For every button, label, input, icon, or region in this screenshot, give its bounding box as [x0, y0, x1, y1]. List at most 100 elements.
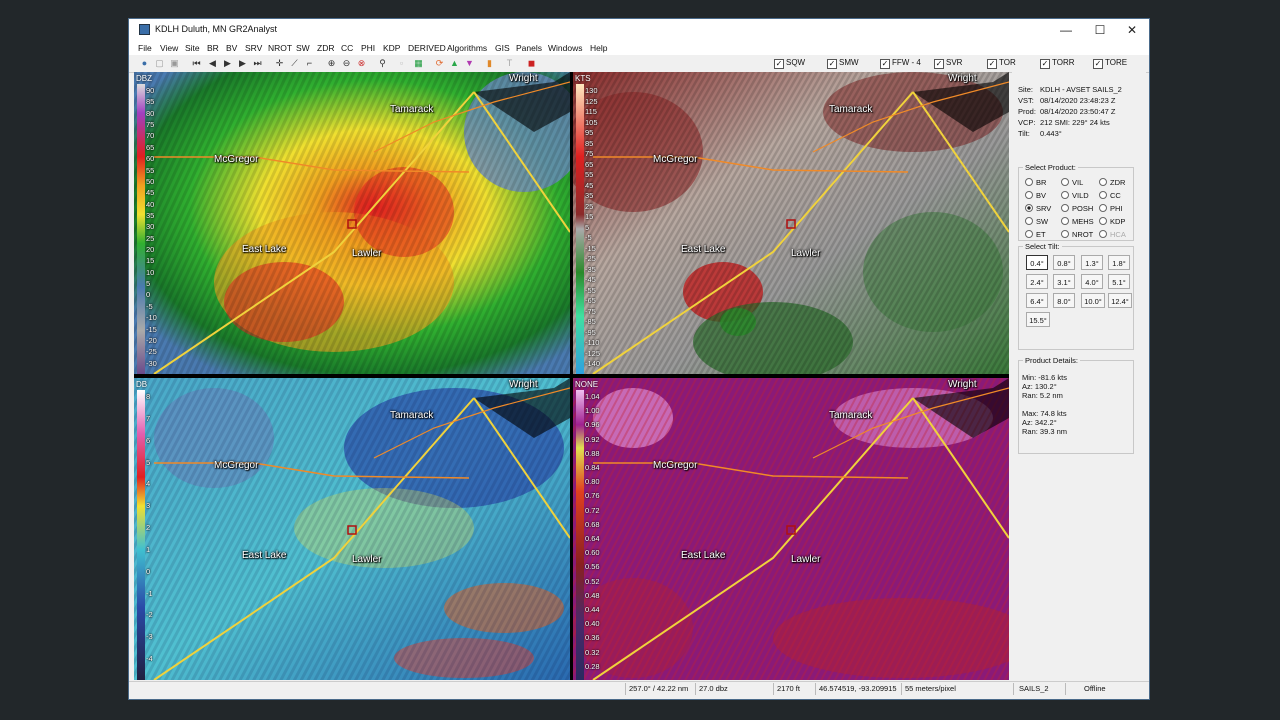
copy-icon[interactable]: ▢: [154, 58, 165, 69]
radio-icon: [1061, 178, 1069, 186]
zoom-in-icon[interactable]: ⊕: [326, 58, 337, 69]
check-smw[interactable]: ✓ SMW: [827, 58, 859, 69]
menu-derived[interactable]: DERIVED: [408, 43, 446, 53]
menu-panels[interactable]: Panels: [516, 43, 542, 53]
menu-algorithms[interactable]: Algorithms: [447, 43, 487, 53]
tilt-button[interactable]: 10.0°: [1081, 293, 1105, 308]
toolbar: ● ▢ ▣ ⏮ ◀ ▶ ▶ ⏭ ✛ ⟋ ⌐ ⊕ ⊖ ⊗ ⚲ ▫ ▦ ⟳ ▲ ▼ …: [129, 55, 1149, 73]
check-tore[interactable]: ✓ TORE: [1093, 58, 1127, 69]
menu-br[interactable]: BR: [207, 43, 219, 53]
refresh-icon[interactable]: ⟳: [434, 58, 445, 69]
menu-sw[interactable]: SW: [296, 43, 310, 53]
check-sqw[interactable]: ✓ SQW: [774, 58, 805, 69]
scale-tick-label: -5: [146, 301, 153, 311]
paste-icon[interactable]: ▣: [169, 58, 180, 69]
product-posh[interactable]: POSH: [1061, 204, 1093, 213]
menu-zdr[interactable]: ZDR: [317, 43, 334, 53]
scale-tick-label: 0.32: [585, 647, 600, 657]
measure-icon[interactable]: ⟋: [289, 58, 300, 69]
tilt-button[interactable]: 15.5°: [1026, 312, 1050, 327]
menu-bv[interactable]: BV: [226, 43, 237, 53]
menu-srv[interactable]: SRV: [245, 43, 262, 53]
check-torr[interactable]: ✓ TORR: [1040, 58, 1075, 69]
scale-tick-label: 0.28: [585, 661, 600, 671]
zdr-pane[interactable]: DB 8 7 6 5 4 3 2 1 0 -1 -2 -3 -4 Wright Tamarack McG…: [134, 378, 570, 680]
cc-pane[interactable]: NONE 1.04 1.00 0.96 0.92 0.88 0.84 0.80 0.76 0.7…: [573, 378, 1009, 680]
tilt-button[interactable]: 0.8°: [1053, 255, 1075, 270]
product-phi[interactable]: PHI: [1099, 204, 1123, 213]
detail-line: Ran: 5.2 nm: [1022, 391, 1063, 400]
crosshair-icon[interactable]: ✛: [274, 58, 285, 69]
triangle-up-icon[interactable]: ▲: [449, 58, 460, 69]
menu-kdp[interactable]: KDP: [383, 43, 400, 53]
menu-cc[interactable]: CC: [341, 43, 353, 53]
scale-tick-label: 0.44: [585, 605, 600, 614]
maximize-button[interactable]: ☐: [1085, 21, 1115, 39]
blank-icon[interactable]: ▫: [396, 58, 407, 69]
tilt-button[interactable]: 2.4°: [1026, 274, 1048, 289]
product-sw[interactable]: SW: [1025, 217, 1048, 226]
skip-end-icon[interactable]: ⏭: [252, 58, 263, 69]
tilt-button[interactable]: 0.4°: [1026, 255, 1048, 270]
scale-tick-label: 0.84: [585, 463, 600, 472]
zoom-reset-icon[interactable]: ⊗: [356, 58, 367, 69]
product-kdp[interactable]: KDP: [1099, 217, 1125, 226]
menu-view[interactable]: View: [160, 43, 178, 53]
reflectivity-pane[interactable]: DBZ 90 85 80 75 70 65 60 55 50 45 40 35 30 25 20 15 10 5 0…: [134, 72, 570, 374]
product-br[interactable]: BR: [1025, 178, 1046, 187]
menu-nrot[interactable]: NROT: [268, 43, 292, 53]
cc-scale: NONE 1.04 1.00 0.96 0.92 0.88 0.84 0.80 0.76 0.7…: [573, 378, 600, 680]
menu-phi[interactable]: PHI: [361, 43, 375, 53]
step-back-icon[interactable]: ◀: [207, 58, 218, 69]
check-ffw[interactable]: ✓ FFW - 4: [880, 58, 921, 69]
tilt-button[interactable]: 4.0°: [1081, 274, 1103, 289]
menu-windows[interactable]: Windows: [548, 43, 582, 53]
product-bv[interactable]: BV: [1025, 191, 1046, 200]
tilt-button[interactable]: 8.0°: [1053, 293, 1075, 308]
product-srv[interactable]: SRV: [1025, 204, 1051, 213]
scale-tick-label: -15: [146, 324, 157, 334]
menu-gis[interactable]: GIS: [495, 43, 510, 53]
layers-icon[interactable]: ▮: [484, 58, 495, 69]
product-nrot[interactable]: NROT: [1061, 230, 1093, 239]
eyedrop-icon[interactable]: ⚲: [377, 58, 388, 69]
menu-help[interactable]: Help: [590, 43, 607, 53]
check-tor[interactable]: ✓ TOR: [987, 58, 1016, 69]
zoom-out-icon[interactable]: ⊖: [341, 58, 352, 69]
tilt-button[interactable]: 3.1°: [1053, 274, 1075, 289]
text-icon[interactable]: T: [504, 58, 515, 69]
stop-icon[interactable]: ◼: [526, 58, 537, 69]
tilt-button[interactable]: 5.1°: [1108, 274, 1130, 289]
product-vil[interactable]: VIL: [1061, 178, 1083, 187]
step-forward-icon[interactable]: ▶: [237, 58, 248, 69]
check-svr[interactable]: ✓ SVR: [934, 58, 962, 69]
info-row: Site: KDLH - AVSET SAILS_2: [1018, 85, 1122, 94]
tilt-button[interactable]: 12.4°: [1108, 293, 1132, 308]
scale-tick-label: 70: [146, 131, 155, 141]
play-icon[interactable]: ▶: [222, 58, 233, 69]
minimize-button[interactable]: —: [1051, 21, 1081, 39]
menu-site[interactable]: Site: [185, 43, 200, 53]
scale-tick-label: 40: [146, 199, 155, 209]
scale-tick-label: -125: [585, 348, 601, 358]
close-button[interactable]: ✕: [1117, 21, 1147, 39]
product-vild[interactable]: VILD: [1061, 191, 1089, 200]
scale-tick-label: 5: [146, 457, 151, 467]
globe-icon[interactable]: ●: [139, 58, 150, 69]
tilt-button[interactable]: 6.4°: [1026, 293, 1048, 308]
grid-icon[interactable]: ▦: [413, 58, 424, 69]
product-et[interactable]: ET: [1025, 230, 1046, 239]
scale-tick-label: 0.72: [585, 505, 600, 515]
velocity-pane[interactable]: KTS 130 125 115 105 95 85 75 65 55 45 35 25 15 5 -5 -15…: [573, 72, 1009, 374]
tilt-button[interactable]: 1.3°: [1081, 255, 1103, 270]
probe-icon[interactable]: ⌐: [304, 58, 315, 69]
product-mehs[interactable]: MEHS: [1061, 217, 1094, 226]
scale-tick-label: 75: [585, 149, 594, 159]
tilt-button[interactable]: 1.8°: [1108, 255, 1130, 270]
skip-start-icon[interactable]: ⏮: [191, 58, 202, 69]
product-cc[interactable]: CC: [1099, 191, 1121, 200]
scale-tick-label: 5: [146, 279, 151, 289]
product-zdr[interactable]: ZDR: [1099, 178, 1125, 187]
triangle-down-icon[interactable]: ▼: [464, 58, 475, 69]
menu-file[interactable]: File: [138, 43, 152, 53]
